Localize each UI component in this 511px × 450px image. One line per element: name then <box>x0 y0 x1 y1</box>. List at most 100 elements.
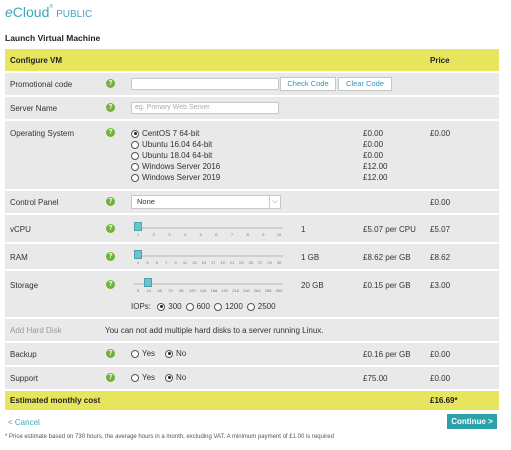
slider-tick-label: 168 <box>210 288 218 293</box>
iops-option[interactable]: 600 <box>185 302 210 311</box>
add-disk-label: Add Hard Disk <box>10 326 62 335</box>
os-option[interactable]: Windows Server 2016 <box>131 162 220 171</box>
control-panel-select[interactable]: None ⌵ <box>131 195 281 209</box>
slider-tick-label: 11 <box>182 260 188 265</box>
iops-option-label: 600 <box>196 302 210 311</box>
slider-tick-label: 192 <box>221 288 229 293</box>
slider-handle[interactable] <box>134 222 142 231</box>
help-icon[interactable]: ? <box>106 349 115 358</box>
slider-tick-label: 19 <box>220 260 225 265</box>
continue-button[interactable]: Continue > <box>447 414 497 429</box>
support-unit-cost: £75.00 <box>363 374 388 383</box>
backup-yes-radio[interactable] <box>131 349 139 358</box>
storage-price: £3.00 <box>430 281 451 290</box>
help-icon[interactable]: ? <box>106 79 115 88</box>
slider-tick-label: 7 <box>165 260 168 265</box>
support-no-radio[interactable] <box>165 373 173 382</box>
backup-yes-label: Yes <box>142 349 156 358</box>
help-icon[interactable]: ? <box>106 197 115 206</box>
iops-option-label: 1200 <box>224 302 243 311</box>
server-name-label: Server Name <box>10 104 58 113</box>
slider-tick-label: 6 <box>215 232 218 237</box>
slider-tick-label: 216 <box>232 288 239 293</box>
backup-label: Backup <box>10 350 37 359</box>
slider-tick-label: 72 <box>168 288 173 293</box>
ram-slider[interactable]: 1 3 5 7 9 11 13 15 17 19 21 23 25 27 29 30 <box>131 248 286 266</box>
help-icon[interactable]: ? <box>106 252 115 261</box>
logo-tm: ® <box>49 4 54 10</box>
os-option[interactable]: Ubuntu 18.04 64-bit <box>131 151 212 160</box>
cancel-link[interactable]: < Cancel <box>8 418 40 427</box>
help-icon[interactable]: ? <box>106 128 115 137</box>
logo-name: Cloud <box>12 4 50 20</box>
os-option[interactable]: CentOS 7 64-bit <box>131 129 199 138</box>
slider-tick-label: 4 <box>183 232 187 237</box>
help-icon[interactable]: ? <box>106 373 115 382</box>
os-option[interactable]: Windows Server 2019 <box>131 173 220 182</box>
promo-row: Promotional code ? Check Code Clear Code <box>5 73 499 95</box>
iops-option[interactable]: 300 <box>157 302 182 311</box>
add-disk-row: Add Hard Disk You can not add multiple h… <box>5 319 499 341</box>
iops-group: IOPs: 300 600 1200 2500 <box>131 302 276 311</box>
control-panel-row: Control Panel ? None ⌵ £0.00 <box>5 191 499 213</box>
total-label: Estimated monthly cost <box>10 396 101 405</box>
backup-no-label: No <box>176 349 187 358</box>
storage-slider[interactable]: 0 24 48 72 96 120 144 168 192 216 240 264 288 300 <box>131 276 286 294</box>
backup-row: Backup ? Yes No £0.16 per GB £0.00 <box>5 343 499 365</box>
check-code-button[interactable]: Check Code <box>280 77 336 91</box>
iops-radio[interactable] <box>157 302 166 311</box>
help-icon[interactable]: ? <box>106 280 115 289</box>
vcpu-price: £5.07 <box>430 225 451 234</box>
logo-suffix: PUBLIC <box>56 9 93 20</box>
os-option-label: CentOS 7 64-bit <box>142 129 200 138</box>
slider-tick-label: 48 <box>157 288 162 293</box>
vcpu-slider[interactable]: 1 2 3 4 5 6 7 8 9 10 <box>131 220 286 238</box>
slider-tick-label: 24 <box>146 288 152 293</box>
backup-no-radio[interactable] <box>165 349 173 358</box>
support-no[interactable]: No <box>165 373 186 382</box>
chevron-down-icon[interactable]: ⌵ <box>269 196 280 208</box>
iops-option[interactable]: 2500 <box>246 302 276 311</box>
support-label: Support <box>10 374 39 383</box>
support-yes-radio[interactable] <box>131 373 139 382</box>
os-radio[interactable] <box>131 173 139 182</box>
os-radio[interactable] <box>131 162 139 171</box>
iops-option[interactable]: 1200 <box>213 302 243 311</box>
support-yes[interactable]: Yes <box>131 373 155 382</box>
slider-handle[interactable] <box>143 278 152 287</box>
backup-yes[interactable]: Yes <box>131 349 155 358</box>
server-name-input[interactable]: eg. Primary Web Server <box>131 102 279 114</box>
help-icon[interactable]: ? <box>106 103 115 112</box>
slider-tick-label: 29 <box>267 260 272 265</box>
os-radio[interactable] <box>131 140 139 149</box>
slider-tick-label: 23 <box>239 260 244 265</box>
ram-unit-cost: £8.62 per GB <box>363 253 411 262</box>
slider-tick-label: 27 <box>257 260 263 265</box>
storage-label: Storage <box>10 281 39 290</box>
slider-tick-label: 96 <box>179 288 184 293</box>
control-panel-label: Control Panel <box>10 198 59 207</box>
iops-radio[interactable] <box>213 302 222 311</box>
os-radio[interactable] <box>131 129 139 138</box>
backup-unit-cost: £0.16 per GB <box>363 350 411 359</box>
os-radio[interactable] <box>131 151 139 160</box>
slider-track[interactable] <box>134 283 283 285</box>
help-icon[interactable]: ? <box>106 224 115 233</box>
os-option-label: Ubuntu 18.04 64-bit <box>142 151 213 160</box>
configure-header: Configure VM Price <box>5 49 499 71</box>
slider-tick-label: 5 <box>155 260 158 265</box>
promo-code-input[interactable] <box>131 78 279 90</box>
backup-no[interactable]: No <box>165 349 186 358</box>
slider-handle[interactable] <box>134 250 142 259</box>
vcpu-value: 1 <box>301 225 306 234</box>
os-option-cost: £12.00 <box>363 162 388 171</box>
iops-radio[interactable] <box>185 302 194 311</box>
total-price: £16.69* <box>430 396 458 405</box>
slider-track[interactable] <box>134 255 283 257</box>
os-row: Operating System ? CentOS 7 64-bit £0.00 U… <box>5 121 499 189</box>
ram-row: RAM ? 1 3 5 7 9 11 13 15 17 19 21 23 25 27 29 30 1 GB £… <box>5 244 499 269</box>
os-option[interactable]: Ubuntu 16.04 64-bit <box>131 140 212 149</box>
iops-radio[interactable] <box>246 302 255 311</box>
clear-code-button[interactable]: Clear Code <box>338 77 392 91</box>
slider-track[interactable] <box>134 227 283 229</box>
